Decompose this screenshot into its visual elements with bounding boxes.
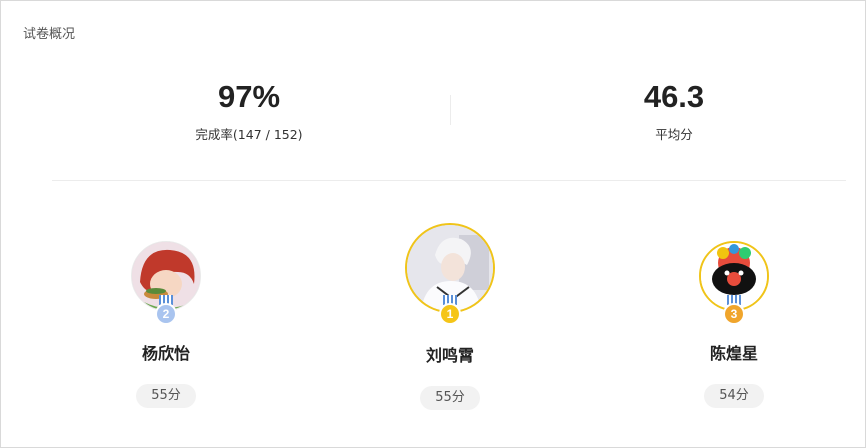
section-divider [52,180,846,181]
average-stat: 46.3 平均分 [524,79,824,143]
bronze-medal-icon: 3 [721,295,747,327]
silver-medal-icon: 2 [153,295,179,327]
exam-overview-panel: 试卷概况 97% 完成率(147 / 152) 46.3 平均分 2 杨欣怡 5… [0,0,866,448]
completion-rate-label: 完成率(147 / 152) [195,127,303,142]
student-name: 刘鸣霄 [425,346,474,365]
rank-card-1[interactable]: 1 刘鸣霄 55分 [360,223,540,410]
score-badge: 55分 [136,384,196,408]
rank-number: 3 [723,303,745,325]
rank-number: 1 [439,303,461,325]
panel-title: 试卷概况 [23,27,76,42]
completion-rate-value: 97% [217,79,281,114]
score-badge: 54分 [704,384,764,408]
average-score-label: 平均分 [655,127,693,142]
stats-divider [450,95,451,125]
gold-medal-icon: 1 [437,295,463,327]
rank-card-3[interactable]: 3 陈煌星 54分 [644,241,824,408]
avatar-container: 1 [405,223,495,325]
average-score-value: 46.3 [643,79,705,114]
student-name: 陈煌星 [709,344,758,363]
completion-stat: 97% 完成率(147 / 152) [99,79,399,143]
avatar-container: 2 [131,241,201,325]
rank-card-2[interactable]: 2 杨欣怡 55分 [76,241,256,408]
avatar-container: 3 [699,241,769,325]
score-badge: 55分 [420,386,480,410]
rank-number: 2 [155,303,177,325]
student-name: 杨欣怡 [141,344,190,363]
